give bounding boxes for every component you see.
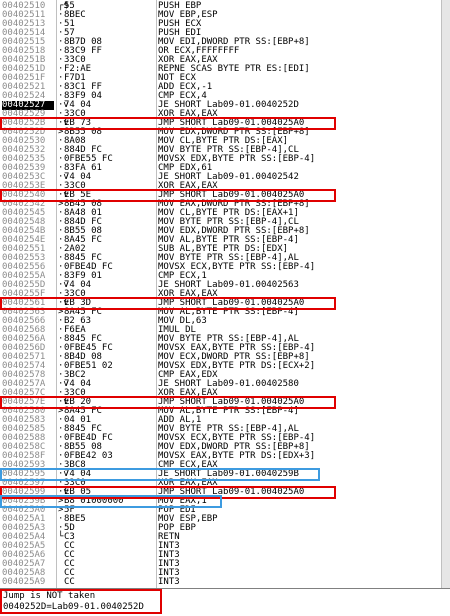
instruction-text: MOV EBP,ESP	[158, 10, 218, 20]
instruction-text: REPNE SCAS BYTE PTR ES:[EDI]	[158, 64, 310, 74]
info-highlight-box	[0, 589, 162, 614]
instruction-text: RETN	[158, 532, 180, 542]
instruction-bytes: 51	[64, 19, 75, 29]
instruction-bytes: CC	[64, 568, 75, 578]
instruction-address: 004025A9	[2, 577, 46, 587]
instruction-text: INT3	[158, 550, 180, 560]
instruction-bytes: CC	[64, 541, 75, 551]
instruction-bytes: 8BE5	[64, 514, 86, 524]
je-highlight-box	[0, 468, 320, 481]
instruction-text: INT3	[158, 577, 180, 587]
mov-highlight-box	[0, 495, 222, 508]
instruction-text: MOV ESP,EBP	[158, 514, 218, 524]
jmp-highlight-box	[0, 117, 336, 130]
instruction-text: MOV DL,63	[158, 316, 207, 326]
vertical-scrollbar[interactable]	[441, 0, 450, 588]
instruction-bytes: 5D	[64, 523, 75, 533]
instruction-bytes: C3	[64, 532, 75, 542]
instruction-text: INT3	[158, 559, 180, 569]
instruction-text: POP EBP	[158, 523, 196, 533]
info-pane: Jump is NOT taken 0040252D=Lab09-01.0040…	[0, 588, 450, 616]
instruction-text: INT3	[158, 568, 180, 578]
instruction-row[interactable]: 004025A9 CC INT3	[0, 578, 450, 587]
jmp-highlight-box	[0, 396, 336, 409]
instruction-bytes: CC	[64, 577, 75, 587]
instruction-bytes: CC	[64, 559, 75, 569]
instruction-text: PUSH ECX	[158, 19, 202, 29]
disassembly-listing[interactable]: 00402510 ┌$ 55 PUSH EBP 00402511 · 8BEC MOV EBP…	[0, 0, 450, 588]
jmp-highlight-box	[0, 297, 336, 310]
instruction-text: INT3	[158, 541, 180, 551]
instruction-bytes: 8BEC	[64, 10, 86, 20]
instruction-bytes: CC	[64, 550, 75, 560]
jmp-highlight-box	[0, 189, 336, 202]
